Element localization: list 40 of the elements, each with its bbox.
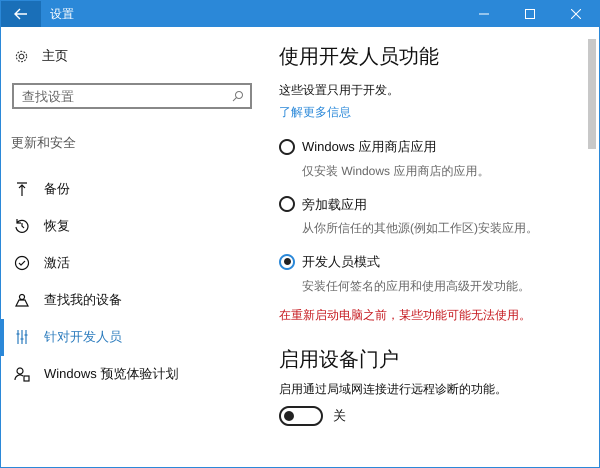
- option-description: 安装任何签名的应用和使用高级开发功能。: [302, 278, 531, 294]
- person-icon: [14, 292, 30, 308]
- radio-button[interactable]: [279, 196, 295, 212]
- page-title: 使用开发人员功能: [279, 45, 440, 70]
- intro-text: 这些设置只用于开发。: [279, 82, 400, 99]
- sliders-icon: [14, 329, 30, 345]
- history-icon: [14, 218, 30, 234]
- section-title: 启用设备门户: [279, 348, 400, 372]
- radio-button[interactable]: [279, 254, 295, 270]
- sidebar-item[interactable]: Windows 预览体验计划: [1, 356, 263, 392]
- radio-button[interactable]: [279, 138, 295, 155]
- person-badge-icon: [14, 366, 30, 382]
- option-label: 旁加载应用: [302, 196, 367, 214]
- sidebar-item[interactable]: 针对开发人员: [1, 318, 263, 356]
- toggle-switch[interactable]: [279, 406, 323, 426]
- option-description: 仅安装 Windows 应用商店的应用。: [302, 162, 490, 180]
- option-label: Windows 应用商店应用: [302, 138, 436, 156]
- check-circle-icon: [14, 255, 30, 271]
- portal-description: 启用通过局域网连接进行远程诊断的功能。: [279, 380, 508, 398]
- section-heading: 更新和安全: [10, 134, 77, 152]
- sidebar-item[interactable]: 查找我的设备: [1, 282, 263, 318]
- upload-icon: [14, 181, 30, 197]
- sidebar-item[interactable]: 激活: [1, 244, 263, 282]
- sidebar-item[interactable]: 恢复: [1, 208, 263, 244]
- maximize-icon: [525, 9, 535, 19]
- close-icon: [571, 9, 581, 19]
- option-label: 开发人员模式: [302, 253, 380, 271]
- window-title: 设置: [50, 6, 74, 23]
- warning-text: 在重新启动电脑之前，某些功能可能无法使用。: [279, 306, 532, 324]
- search-icon: [232, 90, 244, 102]
- gear-icon: [14, 48, 29, 64]
- scrollbar[interactable]: [588, 39, 596, 149]
- sidebar-item[interactable]: 备份: [1, 170, 263, 208]
- option-description: 从你所信任的其他源(例如工作区)安装应用。: [302, 220, 539, 237]
- home-link[interactable]: 主页: [42, 46, 68, 66]
- learn-more-link[interactable]: 了解更多信息: [279, 103, 588, 121]
- toggle-state-label: 关: [333, 406, 346, 425]
- back-button[interactable]: [1, 1, 41, 27]
- search-field[interactable]: 查找设置: [12, 83, 252, 109]
- back-arrow-icon: [14, 8, 28, 20]
